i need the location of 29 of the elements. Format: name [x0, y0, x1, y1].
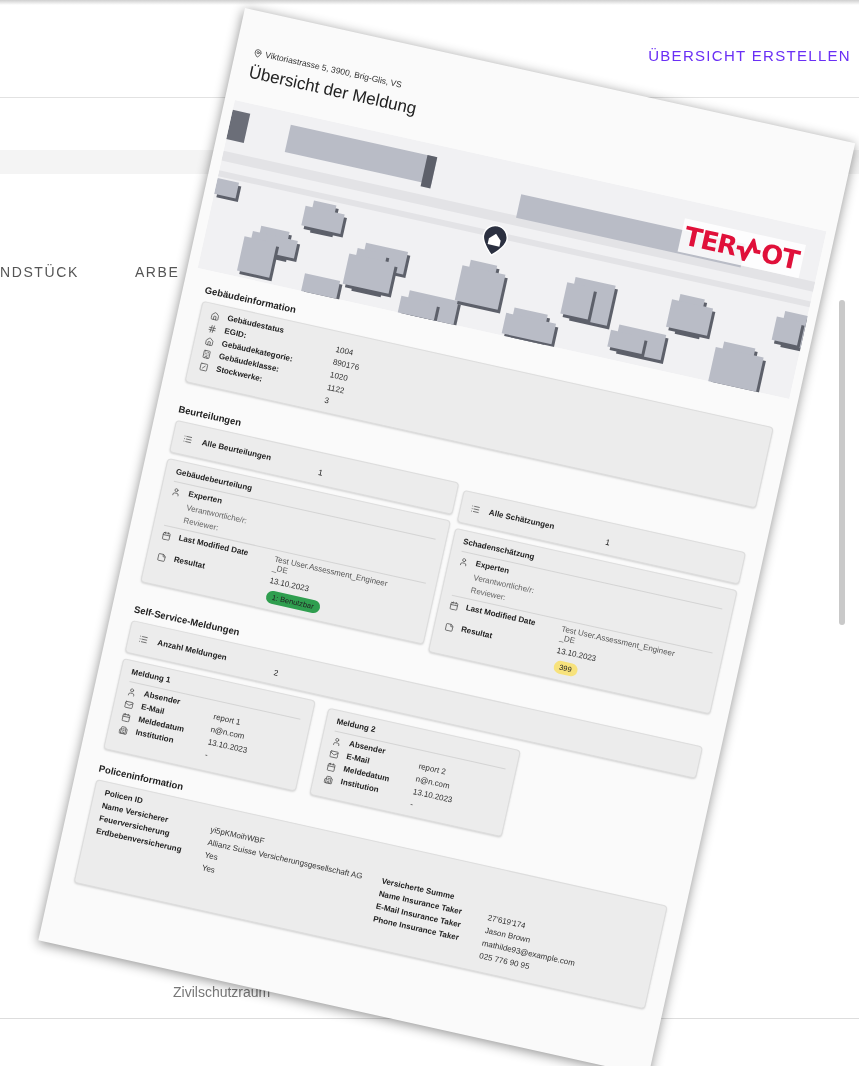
- field-value: Yes: [200, 863, 217, 877]
- create-overview-button[interactable]: ÜBERSICHT ERSTELLEN: [646, 43, 853, 68]
- list-icon: [182, 433, 194, 445]
- field-value: 1004: [334, 344, 356, 359]
- calendar-icon: [161, 530, 172, 541]
- field-value: 1: [604, 536, 612, 548]
- calendar-icon: [448, 599, 460, 611]
- field-value: 2: [272, 667, 281, 678]
- field-label: E-Mail: [140, 702, 166, 717]
- field-value: 3: [323, 395, 331, 408]
- field-label: Experten: [474, 559, 511, 576]
- field-value: 890176: [332, 357, 360, 373]
- list-icon: [469, 503, 481, 515]
- field-value: Yes: [203, 850, 220, 864]
- list-icon: [138, 634, 149, 645]
- field-value: 1122: [326, 382, 347, 397]
- note-icon: [156, 551, 168, 563]
- tab[interactable]: NDSTÜCK: [0, 260, 79, 284]
- field-label: E-Mail: [345, 751, 371, 766]
- tab[interactable]: ARBE: [134, 260, 180, 284]
- scrollbar[interactable]: [839, 300, 845, 625]
- field-value: 1: [317, 466, 325, 478]
- location-pin-icon: [252, 47, 264, 59]
- field-label: Zivilschutzraum: [173, 984, 272, 1000]
- field-label: Experten: [187, 489, 223, 506]
- field-value: 1020: [328, 370, 350, 385]
- field-value: -: [203, 750, 209, 762]
- note-icon: [443, 621, 455, 633]
- field-value: -: [409, 799, 414, 812]
